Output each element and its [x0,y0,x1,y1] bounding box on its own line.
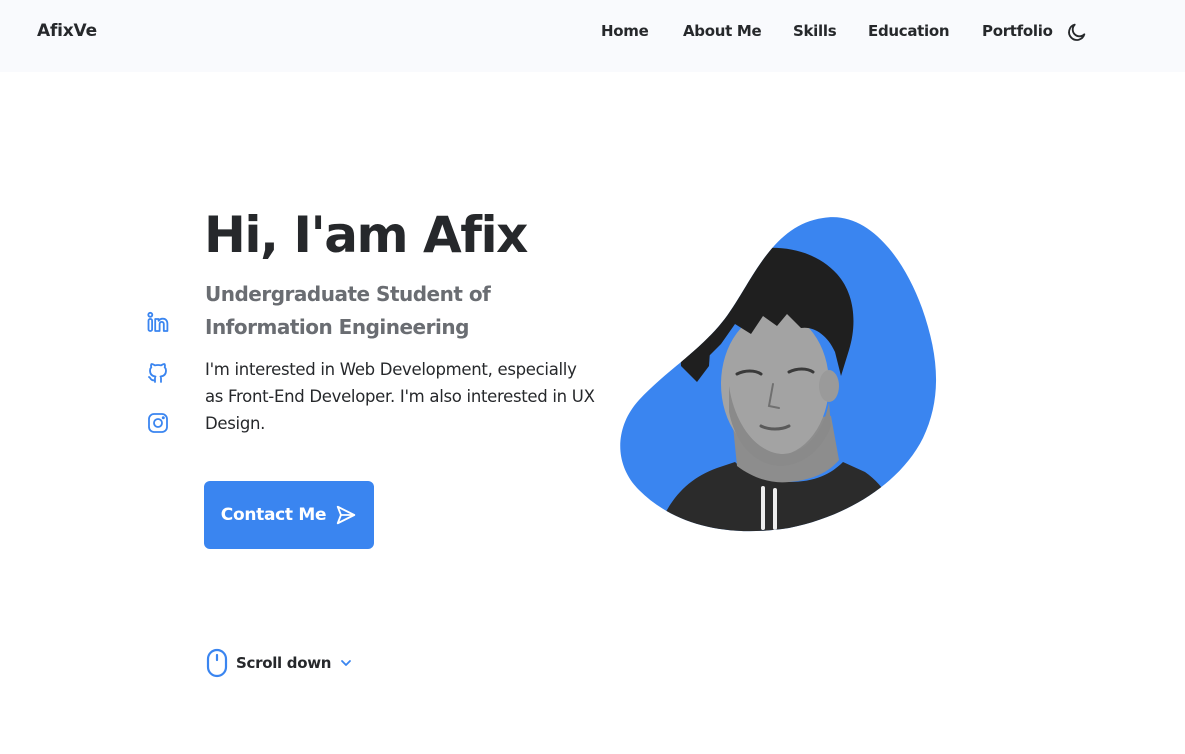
contact-me-label: Contact Me [220,505,327,525]
scroll-down-label: Scroll down [236,654,332,672]
chevron-down-icon [341,660,352,666]
nav-portfolio[interactable]: Portfolio [982,22,1053,40]
scroll-down-button[interactable]: Scroll down [206,648,352,678]
nav-home[interactable]: Home [601,22,649,40]
send-icon [337,505,356,525]
header: AfixVe Home About Me Skills Education Po… [0,0,1185,72]
hero-subtitle: Undergraduate Student of Information Eng… [205,282,491,339]
contact-me-button[interactable]: Contact Me [204,481,374,549]
instagram-icon[interactable] [146,411,170,435]
profile-photo [617,216,939,532]
moon-icon[interactable] [1066,21,1088,43]
hero-description: I'm interested in Web Development, espec… [205,360,595,433]
linkedin-icon[interactable] [146,311,170,333]
nav-education[interactable]: Education [868,22,950,40]
nav-skills[interactable]: Skills [793,22,837,40]
logo[interactable]: AfixVe [37,21,97,41]
nav-about-me[interactable]: About Me [683,22,762,40]
github-icon[interactable] [146,361,170,385]
mouse-icon [206,648,228,678]
hero-title: Hi, I'am Afix [204,206,528,264]
